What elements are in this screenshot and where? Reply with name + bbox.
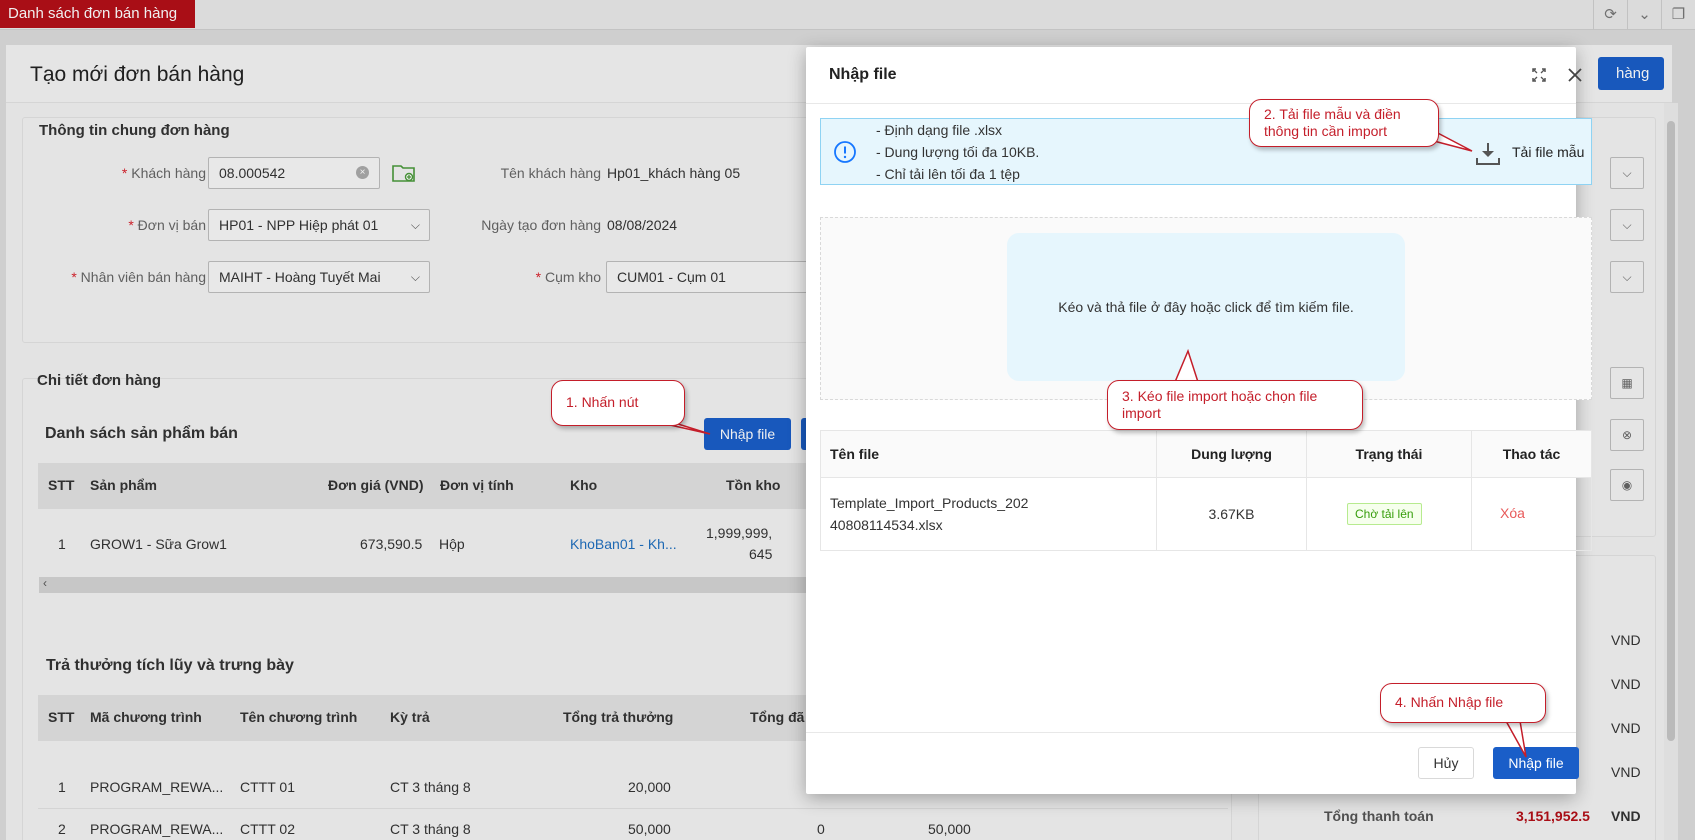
cancel-button[interactable]: Hủy (1418, 747, 1474, 779)
info-line-size: - Dung lượng tối đa 10KB. (876, 144, 1040, 160)
info-icon (834, 141, 856, 163)
callout-step-2: 2. Tải file mẫu và điền thông tin cần im… (1249, 99, 1439, 147)
dropzone-text: Kéo và thả file ở đây hoặc click để tìm … (1058, 299, 1354, 315)
modal-footer: Hủy Nhập file (806, 732, 1579, 794)
file-dropzone[interactable]: Kéo và thả file ở đây hoặc click để tìm … (820, 217, 1592, 400)
download-icon (1476, 143, 1500, 165)
fullscreen-icon[interactable] (1523, 59, 1555, 91)
close-icon[interactable] (1559, 59, 1591, 91)
info-line-format: - Định dạng file .xlsx (876, 122, 1003, 138)
col-file-name: Tên file (821, 431, 1157, 478)
file-size-cell: 3.67KB (1157, 478, 1307, 551)
callout-step-3: 3. Kéo file import hoặc chọn file import (1107, 380, 1363, 430)
download-template-link[interactable]: Tải file mẫu (1474, 141, 1589, 167)
import-file-submit-button[interactable]: Nhập file (1493, 747, 1579, 779)
file-name-line1: Template_Import_Products_202 (830, 495, 1029, 511)
status-badge: Chờ tải lên (1347, 503, 1422, 525)
file-name-line2: 40808114534.xlsx (830, 517, 943, 533)
modal-title: Nhập file (829, 66, 897, 83)
delete-file-link[interactable]: Xóa (1500, 505, 1525, 521)
col-action: Thao tác (1472, 431, 1591, 478)
modal-header: Nhập file (806, 47, 1582, 104)
file-name-cell: Template_Import_Products_202 40808114534… (821, 478, 1157, 551)
col-size: Dung lượng (1157, 431, 1307, 478)
info-box: - Định dạng file .xlsx - Dung lượng tối … (820, 118, 1592, 185)
callout-step-4: 4. Nhấn Nhập file (1380, 683, 1546, 723)
callout-step-1: 1. Nhấn nút (551, 380, 685, 426)
dropzone-area[interactable]: Kéo và thả file ở đây hoặc click để tìm … (1007, 233, 1405, 381)
file-action-cell: Xóa (1472, 478, 1591, 551)
file-status-cell: Chờ tải lên (1307, 478, 1472, 551)
info-line-count: - Chỉ tải lên tối đa 1 tệp (876, 166, 1020, 182)
download-template-label: Tải file mẫu (1512, 144, 1585, 160)
col-status: Trạng thái (1307, 431, 1472, 478)
file-table: Tên file Dung lượng Trạng thái Thao tác … (820, 430, 1592, 551)
